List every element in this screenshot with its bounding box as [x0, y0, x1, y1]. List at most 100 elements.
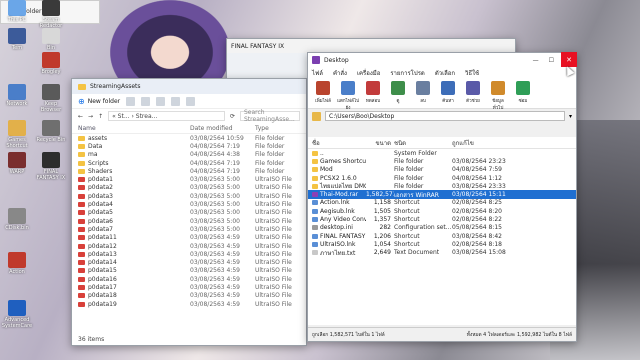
toolbar-button[interactable]: เพิ่มไฟล์	[312, 81, 334, 104]
table-row[interactable]: p0data13 03/08/2563 4:59 UltraISO File	[78, 250, 306, 258]
explorer-tab[interactable]: StreamingAssets	[72, 79, 306, 94]
column-name[interactable]: ชื่อ	[308, 138, 366, 148]
menu-item[interactable]: ตัวเลือก	[435, 68, 455, 78]
desktop-icon-label: Action	[9, 269, 25, 275]
table-row[interactable]: p0data16 03/08/2563 4:59 UltraISO File	[78, 275, 306, 283]
share-icon[interactable]	[186, 96, 196, 106]
menu-item[interactable]: ไฟล์	[312, 68, 323, 78]
table-row[interactable]: p0data11 03/08/2563 4:59 UltraISO File	[78, 234, 306, 242]
desktop-icon[interactable]: This PC	[0, 0, 34, 23]
table-row[interactable]: p0data14 03/08/2563 4:59 UltraISO File	[78, 258, 306, 266]
up-folder-icon[interactable]	[312, 111, 321, 121]
winrar-window[interactable]: Desktop — ☐ ✕ ไฟล์ คำสั่ง เครื่องมือ รายการ…	[307, 52, 577, 342]
table-row[interactable]: p0data2 03/08/2563 5:00 UltraISO File	[78, 184, 306, 192]
file-type-cell: UltraISO File	[255, 217, 292, 225]
toolbar-button[interactable]: ซ่อม	[512, 81, 534, 104]
toolbar-button[interactable]: ลบ	[412, 81, 434, 104]
cut-icon[interactable]	[126, 96, 136, 106]
new-button[interactable]: ⊕ New folder	[78, 97, 120, 106]
table-row[interactable]: p0data4 03/08/2563 5:00 UltraISO File	[78, 200, 306, 208]
file-modified-cell: 05/08/2564 8:15	[452, 224, 502, 232]
desktop-icon[interactable]: Network	[0, 84, 34, 107]
column-type[interactable]: Type	[255, 125, 305, 132]
table-row[interactable]: Data 04/08/2564 7:19 File folder	[78, 142, 306, 150]
copy-icon[interactable]	[141, 96, 151, 106]
toolbar-button[interactable]: ค้นหา	[437, 81, 459, 104]
table-row[interactable]: Aegisub.lnk 1,505 Shortcut 02/08/2564 8:20	[308, 207, 576, 215]
desktop-icon[interactable]: Action	[0, 252, 34, 275]
app-icon	[8, 84, 26, 100]
paste-icon[interactable]	[156, 96, 166, 106]
desktop-icon[interactable]: Advanced SystemCare	[0, 300, 34, 329]
table-row[interactable]: ภาษาไทย.txt 2,649 Text Document 03/08/2564 …	[308, 249, 576, 257]
table-row[interactable]: Games Shortcut File folder 03/08/2564 23:2…	[308, 157, 576, 165]
menu-item[interactable]: วิธีใช้	[465, 68, 479, 78]
file-date-cell: 03/08/2563 5:00	[190, 209, 240, 217]
maximize-icon[interactable]: ☐	[549, 57, 554, 64]
table-row[interactable]: .. System Folder	[308, 149, 576, 157]
file-date-cell: 03/08/2563 4:59	[190, 275, 240, 283]
table-row[interactable]: FINAL FANTASY ... 1,206Shortcut 03/08/2564…	[308, 232, 576, 240]
column-name[interactable]: Name	[78, 125, 190, 132]
table-row[interactable]: p0data1 03/08/2563 5:00 UltraISO File	[78, 175, 306, 183]
desktop-icon[interactable]: Bin	[34, 28, 68, 51]
table-row-selected[interactable]: Thai-Mod.rar 1,582,571 เอกสาร WinRAR 03/08/…	[308, 190, 576, 199]
table-row[interactable]: p0data19 03/08/2563 4:59 UltraISO File	[78, 300, 306, 308]
file-date-cell: 03/08/2563 5:00	[190, 217, 240, 225]
table-row[interactable]: p0data3 03/08/2563 5:00 UltraISO File	[78, 192, 306, 200]
back-arrow-icon[interactable]: ←	[78, 113, 83, 120]
desktop-icon[interactable]: Games Shortcut	[0, 120, 34, 149]
table-row[interactable]: Any Video Conv... 1,357Shortcut 02/08/2564…	[308, 215, 576, 223]
column-date[interactable]: Date modified	[190, 125, 255, 132]
file-name-cell: Games Shortcut	[308, 158, 366, 165]
file-date-cell: 04/08/2564 7:19	[190, 159, 240, 167]
toolbar-button[interactable]: แตกไฟล์ไปยัง	[337, 81, 359, 111]
toolbar-button[interactable]: ข้อมูลทั่วไป	[487, 81, 509, 111]
column-type[interactable]: ชนิด	[394, 138, 452, 148]
explorer-search-input[interactable]: Search StreamingAsse...	[240, 109, 300, 123]
explorer-window[interactable]: StreamingAssets ⊕ New folder ← → ↑ « St.…	[71, 78, 307, 346]
column-size[interactable]: ขนาด	[366, 138, 394, 148]
table-row[interactable]: assets 03/08/2564 10:59 File folder	[78, 134, 306, 142]
table-row[interactable]: p0data18 03/08/2563 4:59 UltraISO File	[78, 292, 306, 300]
table-row[interactable]: Scripts 04/08/2564 7:19 File folder	[78, 159, 306, 167]
desktop-icon-label: FINAL FANTASY IX	[36, 169, 66, 181]
table-row[interactable]: p0data17 03/08/2563 4:59 UltraISO File	[78, 283, 306, 291]
minimize-icon[interactable]: —	[533, 57, 539, 64]
desktop-icon[interactable]: Tem	[0, 28, 34, 51]
table-row[interactable]: p0data12 03/08/2563 4:59 UltraISO File	[78, 242, 306, 250]
refresh-icon[interactable]: ⟳	[230, 113, 235, 120]
desktop-icon[interactable]: Steam Redactor	[34, 0, 68, 29]
column-modified[interactable]: ถูกแก้ไข	[452, 138, 522, 148]
table-row[interactable]: Mod File folder 04/08/2564 7:59	[308, 166, 576, 174]
toolbar-button[interactable]: ตัวช่วย	[462, 81, 484, 104]
table-row[interactable]: Action.lnk 1,158 Shortcut 02/08/2564 8:25	[308, 199, 576, 207]
table-row[interactable]: p0data7 03/08/2563 5:00 UltraISO File	[78, 225, 306, 233]
desktop-icon[interactable]: Recycle Bin	[34, 120, 68, 143]
up-arrow-icon[interactable]: ↑	[98, 113, 103, 120]
table-row[interactable]: desktop.ini 282 Configuration set... 05/08/…	[308, 224, 576, 232]
desktop-icon[interactable]: WARP	[0, 152, 34, 175]
menu-item[interactable]: รายการโปรด	[390, 68, 424, 78]
table-row[interactable]: Shaders 04/08/2564 7:19 File folder	[78, 167, 306, 175]
table-row[interactable]: p0data5 03/08/2563 5:00 UltraISO File	[78, 209, 306, 217]
winrar-path-field[interactable]: C:\Users\Boo\Desktop	[325, 111, 565, 121]
desktop-icon[interactable]: CDisk.bin	[0, 208, 34, 231]
toolbar-button[interactable]: ดู	[387, 81, 409, 104]
menu-item[interactable]: เครื่องมือ	[357, 68, 380, 78]
explorer-address-bar[interactable]: « St... › Strea...	[108, 111, 225, 121]
table-row[interactable]: p0data15 03/08/2563 4:59 UltraISO File	[78, 267, 306, 275]
toolbar-button[interactable]: ทดสอบ	[362, 81, 384, 104]
file-date-cell: 03/08/2563 5:00	[190, 201, 240, 209]
forward-arrow-icon[interactable]: →	[88, 113, 93, 120]
app-icon	[42, 28, 60, 44]
menu-item[interactable]: คำสั่ง	[333, 68, 347, 78]
table-row[interactable]: ma 04/08/2564 4:38 File folder	[78, 151, 306, 159]
desktop-icon[interactable]: FINAL FANTASY IX	[34, 152, 68, 181]
table-row[interactable]: p0data6 03/08/2563 5:00 UltraISO File	[78, 217, 306, 225]
desktop-icon[interactable]: Brogley	[34, 52, 68, 75]
rename-icon[interactable]	[171, 96, 181, 106]
file-name-cell: p0data17	[78, 284, 190, 291]
desktop-icon[interactable]: Keep Browser	[34, 84, 68, 113]
path-dropdown-icon[interactable]: ▾	[569, 113, 572, 120]
